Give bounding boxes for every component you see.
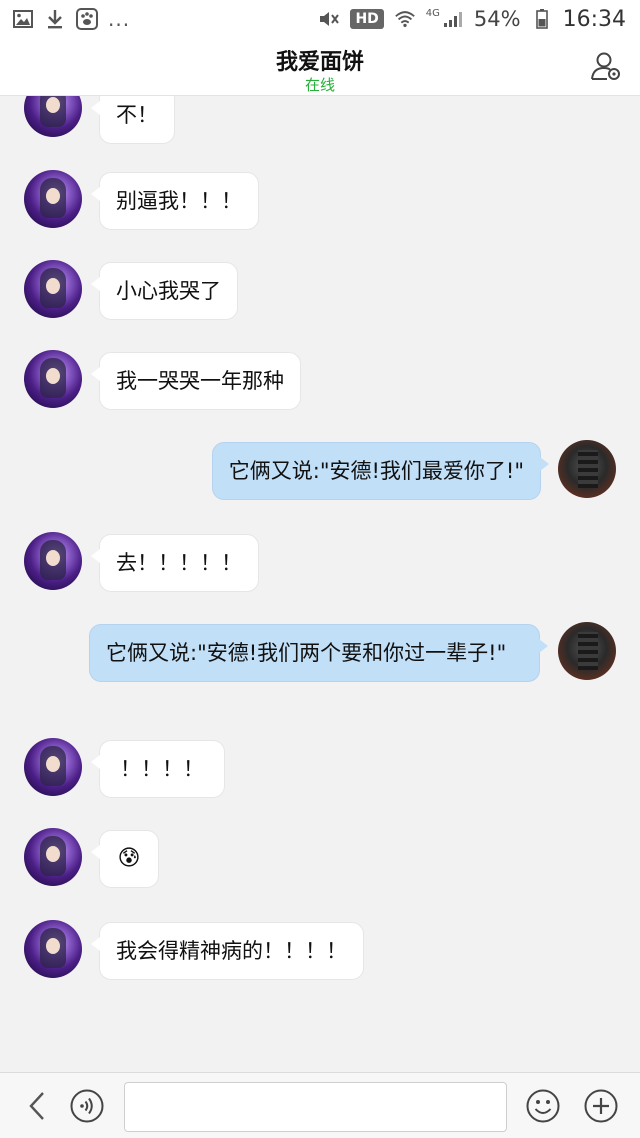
online-status: 在线 — [304, 76, 335, 94]
message-bubble-sent[interactable]: 它俩又说:"安德!我们两个要和你过一辈子!" — [89, 624, 548, 682]
user-settings-icon[interactable] — [590, 50, 622, 82]
message-bubble-received[interactable]: 别逼我！！！ — [91, 172, 259, 230]
message-bubble-received[interactable]: 小心我哭了 — [91, 262, 238, 320]
mute-icon — [318, 8, 340, 30]
status-bar: ... HD 4G 54% 16:34 — [0, 0, 640, 38]
chevron-left-icon[interactable] — [22, 1089, 52, 1123]
network-type: 4G — [425, 7, 440, 19]
image-icon — [12, 8, 34, 30]
battery-icon — [531, 8, 553, 30]
contact-avatar[interactable] — [24, 350, 82, 408]
paw-app-icon — [76, 8, 98, 30]
smiley-icon[interactable] — [526, 1089, 560, 1123]
message-bubble-sent[interactable]: 它俩又说:"安德!我们最爱你了!" — [211, 442, 550, 500]
input-bar — [0, 1072, 640, 1138]
wifi-icon — [394, 8, 416, 30]
contact-avatar[interactable] — [24, 260, 82, 318]
contact-avatar[interactable] — [24, 532, 82, 590]
status-bar-right: HD 4G 54% 16:34 — [318, 7, 626, 32]
battery-level: 54% — [473, 7, 521, 31]
message-bubble-received[interactable]: ！！！！ — [91, 740, 225, 798]
message-input[interactable] — [124, 1082, 507, 1132]
signal-icon — [442, 8, 464, 30]
voice-icon[interactable] — [70, 1089, 104, 1123]
more-notifications: ... — [108, 7, 131, 31]
message-bubble-received[interactable]: 😰 — [91, 830, 159, 888]
message-bubble-received[interactable]: 去！！！！！ — [91, 534, 259, 592]
chat-title: 我爱面饼 — [275, 50, 364, 75]
contact-avatar[interactable] — [24, 170, 82, 228]
message-bubble-received[interactable]: 不！ — [91, 96, 175, 144]
my-avatar[interactable] — [558, 440, 616, 498]
my-avatar[interactable] — [558, 622, 616, 680]
contact-avatar[interactable] — [24, 738, 82, 796]
message-bubble-received[interactable]: 我一哭哭一年那种 — [91, 352, 301, 410]
plus-icon[interactable] — [584, 1089, 618, 1123]
hd-badge: HD — [350, 9, 384, 29]
contact-avatar[interactable] — [24, 828, 82, 886]
status-bar-left: ... — [12, 8, 130, 30]
download-icon — [44, 8, 66, 30]
contact-avatar[interactable] — [24, 920, 82, 978]
chat-messages[interactable]: 不！ 别逼我！！！ 小心我哭了 我一哭哭一年那种 它俩又说:"安德!我们最爱你了… — [0, 96, 640, 1070]
chat-header: 我爱面饼 在线 — [0, 38, 640, 96]
contact-avatar[interactable] — [24, 96, 82, 137]
message-bubble-received[interactable]: 我会得精神病的！！！！ — [91, 922, 364, 980]
clock: 16:34 — [562, 6, 626, 32]
